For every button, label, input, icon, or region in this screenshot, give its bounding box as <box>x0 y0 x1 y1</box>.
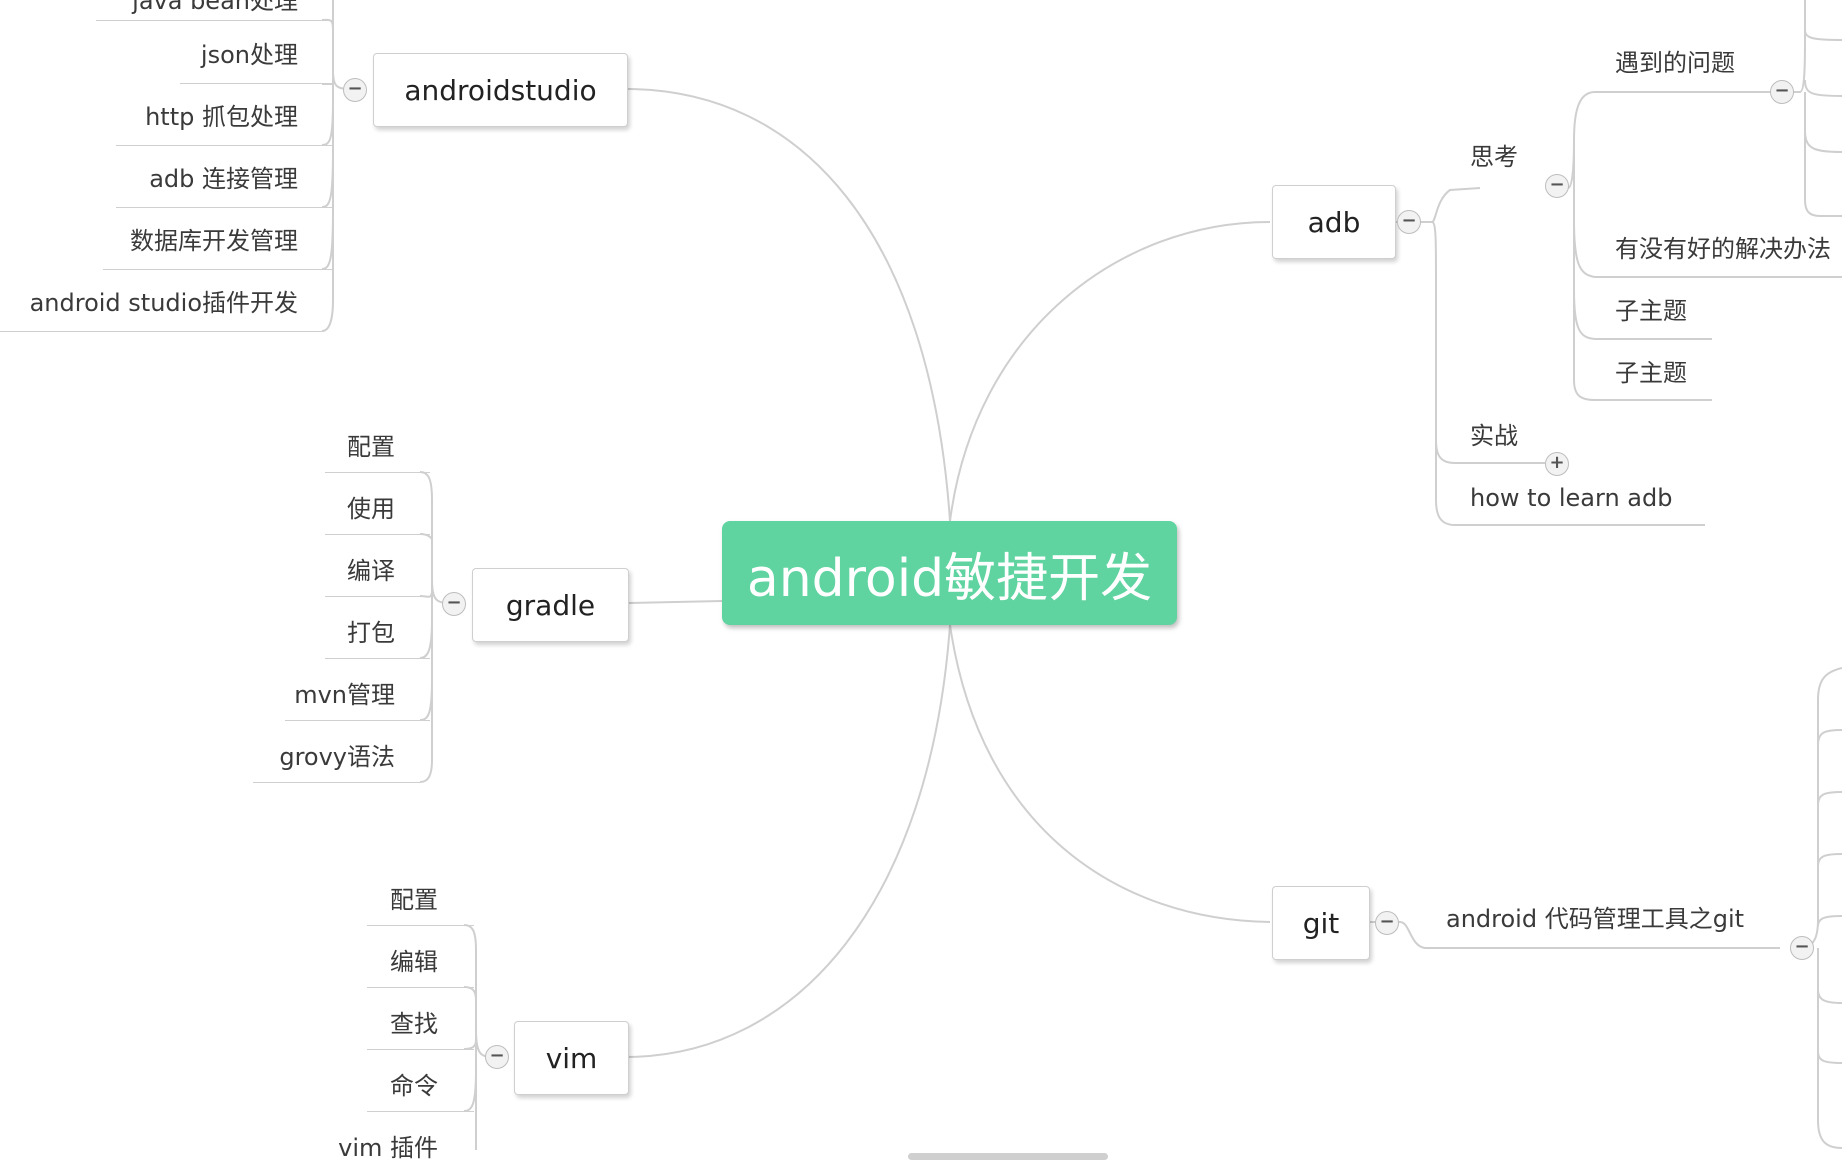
horizontal-scrollbar[interactable] <box>908 1153 1108 1160</box>
collapse-toggle-vim[interactable]: − <box>485 1045 509 1069</box>
subtopic-json[interactable]: json处理 <box>201 40 298 70</box>
subtopic-plugin-dev[interactable]: android studio插件开发 <box>30 288 298 318</box>
subtopic-gradle-groovy[interactable]: grovy语法 <box>279 742 395 772</box>
subtopic-gradle-use[interactable]: 使用 <box>347 494 395 524</box>
subtopic-adb-connection[interactable]: adb 连接管理 <box>149 164 298 194</box>
topic-git[interactable]: git <box>1272 886 1370 960</box>
subtopic-practice[interactable]: 实战 <box>1470 421 1518 451</box>
collapse-toggle-androidstudio[interactable]: − <box>343 78 367 102</box>
subtopic-problems[interactable]: 遇到的问题 <box>1615 48 1735 78</box>
collapse-toggle-problems[interactable]: − <box>1770 80 1794 104</box>
mind-map-canvas: android敏捷开发 androidstudio − java bean处理 … <box>0 0 1842 1164</box>
subtopic-vim-plugin[interactable]: vim 插件 <box>338 1133 438 1163</box>
subtopic-git-tool[interactable]: android 代码管理工具之git <box>1446 904 1744 934</box>
subtopic-gradle-compile[interactable]: 编译 <box>347 556 395 586</box>
subtopic-vim-search[interactable]: 查找 <box>390 1009 438 1039</box>
subtopic-child-1[interactable]: 子主题 <box>1615 296 1687 326</box>
subtopic-database[interactable]: 数据库开发管理 <box>130 226 298 256</box>
collapse-toggle-gradle[interactable]: − <box>442 592 466 616</box>
topic-gradle[interactable]: gradle <box>472 568 629 642</box>
subtopic-vim-edit[interactable]: 编辑 <box>390 947 438 977</box>
collapse-toggle-thinking[interactable]: − <box>1545 174 1569 198</box>
subtopic-gradle-package[interactable]: 打包 <box>347 618 395 648</box>
topic-adb[interactable]: adb <box>1272 185 1396 259</box>
subtopic-gradle-config[interactable]: 配置 <box>347 432 395 462</box>
subtopic-solutions[interactable]: 有没有好的解决办法 <box>1615 234 1831 264</box>
topic-vim[interactable]: vim <box>514 1021 629 1095</box>
subtopic-gradle-mvn[interactable]: mvn管理 <box>294 680 395 710</box>
subtopic-vim-command[interactable]: 命令 <box>390 1071 438 1101</box>
subtopic-vim-config[interactable]: 配置 <box>390 885 438 915</box>
collapse-toggle-git-tool[interactable]: − <box>1790 936 1814 960</box>
collapse-toggle-adb[interactable]: − <box>1397 210 1421 234</box>
subtopic-http[interactable]: http 抓包处理 <box>145 102 298 132</box>
subtopic-java-bean[interactable]: java bean处理 <box>132 0 298 16</box>
subtopic-child-2[interactable]: 子主题 <box>1615 358 1687 388</box>
collapse-toggle-git[interactable]: − <box>1375 911 1399 935</box>
expand-toggle-practice[interactable]: + <box>1545 452 1569 476</box>
root-topic[interactable]: android敏捷开发 <box>722 521 1177 625</box>
subtopic-learn-adb[interactable]: how to learn adb <box>1470 483 1672 513</box>
topic-androidstudio[interactable]: androidstudio <box>373 53 628 127</box>
subtopic-thinking[interactable]: 思考 <box>1470 142 1518 172</box>
